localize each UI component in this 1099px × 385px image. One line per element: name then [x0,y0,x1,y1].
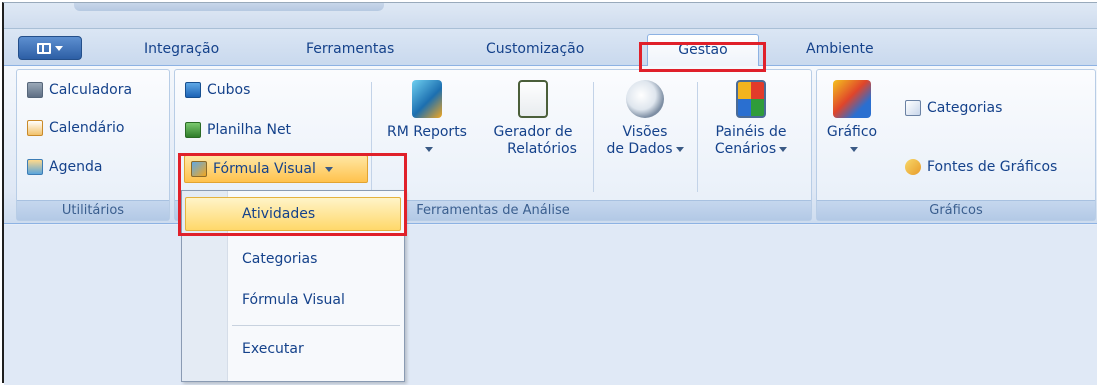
ribbon-tab-bar: Integração Ferramentas Customização Gest… [4,29,1097,67]
agenda-icon [27,159,43,175]
fontes-graficos-label: Fontes de Gráficos [927,159,1058,175]
formula-visual-button[interactable]: Fórmula Visual [184,155,368,183]
title-highlight [74,3,384,11]
report-generator-icon [518,80,548,118]
chevron-down-icon [849,146,858,152]
separator [371,82,372,192]
formula-visual-label: Fórmula Visual [213,161,316,177]
chart-source-icon [905,159,921,175]
formula-visual-menu: Atividades Categorias Fórmula Visual Exe… [181,190,405,382]
cube-icon [185,82,201,98]
paineis-line2: Cenários [714,141,777,157]
visoes-line1: Visões [622,124,668,140]
chevron-down-icon [55,45,63,51]
application-window: Integração Ferramentas Customização Gest… [2,2,1097,385]
chevron-down-icon [779,146,788,152]
application-menu-icon [37,42,51,54]
categorias-grafico-label: Categorias [927,100,1003,116]
fontes-graficos-button[interactable]: Fontes de Gráficos [905,159,1057,175]
gerador-relatorios-button[interactable]: Gerador de Relatórios [481,80,585,158]
chevron-down-icon [424,146,433,152]
agenda-label: Agenda [49,159,103,175]
dashboard-icon [736,80,766,118]
tab-ambiente[interactable]: Ambiente [806,41,874,57]
formula-icon [191,161,207,177]
visoes-dados-button[interactable]: Visões de Dados [597,80,693,158]
spreadsheet-icon [185,122,201,138]
tab-ferramentas[interactable]: Ferramentas [306,41,394,57]
chart-icon [833,80,871,118]
group-label-utilitarios: Utilitários [17,200,169,220]
gerador-line2: Relatórios [507,141,577,157]
menu-separator [232,325,400,326]
highlight-box-gestao [639,42,766,72]
tab-customizacao[interactable]: Customização [486,41,584,57]
workspace-area [4,225,1097,385]
sql-magnifier-icon [626,80,664,118]
agenda-button[interactable]: Agenda [27,159,102,175]
calendario-label: Calendário [49,120,125,136]
group-utilitarios: Calculadora Calendário Agenda Utilitário… [16,69,170,221]
title-strip [4,3,1097,29]
menu-item-atividades[interactable]: Atividades [185,197,401,231]
group-graficos: Gráfico Categorias Fontes de Gráficos Gr… [816,69,1096,221]
paineis-line1: Painéis de [715,124,787,140]
group-label-graficos: Gráficos [817,200,1095,220]
calendario-button[interactable]: Calendário [27,120,124,136]
separator [593,82,594,192]
categorias-grafico-button[interactable]: Categorias [905,100,1002,116]
report-icon [412,80,442,118]
application-menu-button[interactable] [18,36,82,60]
chevron-down-icon [324,166,333,172]
cubos-button[interactable]: Cubos [185,82,250,98]
grafico-label: Gráfico [826,124,878,140]
rm-reports-button[interactable]: RM Reports [379,80,475,158]
grafico-button[interactable]: Gráfico [823,80,881,158]
chevron-down-icon [675,146,684,152]
calculadora-button[interactable]: Calculadora [27,82,132,98]
calculator-icon [27,82,43,98]
rm-reports-label: RM Reports [387,124,467,140]
gerador-line1: Gerador de [493,124,573,140]
planilha-net-button[interactable]: Planilha Net [185,122,291,138]
menu-item-executar[interactable]: Executar [182,332,404,366]
menu-item-formula-visual[interactable]: Fórmula Visual [182,283,404,317]
category-chart-icon [905,100,921,116]
planilha-net-label: Planilha Net [207,122,292,138]
visoes-line2: de Dados [606,141,673,157]
cubos-label: Cubos [207,82,251,98]
calendar-icon [27,120,43,136]
tab-integracao[interactable]: Integração [144,41,219,57]
calculadora-label: Calculadora [49,82,133,98]
ribbon-panel: Calculadora Calendário Agenda Utilitário… [4,66,1097,224]
paineis-cenarios-button[interactable]: Painéis de Cenários [701,80,801,158]
menu-item-categorias[interactable]: Categorias [182,242,404,276]
separator [697,82,698,192]
